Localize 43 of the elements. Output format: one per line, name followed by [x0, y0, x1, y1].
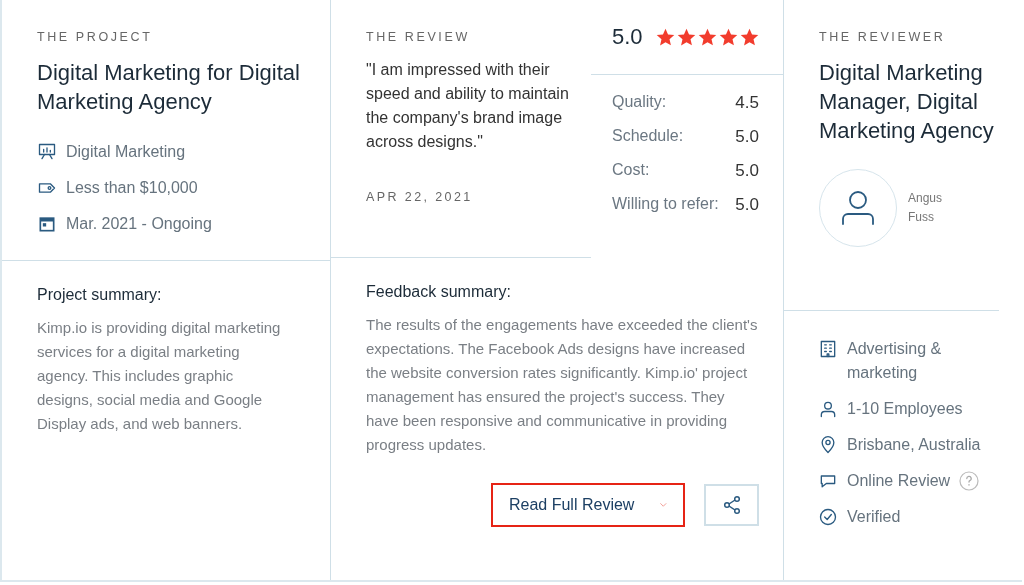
review-date: APR 22, 2021	[366, 190, 474, 204]
star-icon	[738, 26, 760, 48]
rating-label: Schedule:	[612, 127, 684, 146]
star-icon	[675, 26, 697, 48]
read-full-review-button[interactable]: Read Full Review	[491, 483, 685, 527]
rating-value: 4.5	[735, 93, 759, 114]
check-circle-icon	[818, 507, 838, 527]
summary-text: The results of the engagements have exceeded the client's expectations. The Facebook Ads designs have increased the website conversion rates significantly. Kimp.io' project management has ensured the project's success. They have been responsive and communicative in providing progress updates.	[366, 315, 759, 455]
rating-value: 5.0	[735, 127, 759, 148]
star-icon	[696, 26, 718, 48]
detail-text: Digital Marketing	[66, 142, 186, 162]
detail-text: 1-10 Employees	[847, 399, 963, 419]
summary-heading: Feedback summary:	[366, 283, 512, 301]
detail-text: Less than $10,000	[66, 178, 198, 198]
overall-score: 5.0	[612, 24, 643, 50]
rating-label: Quality:	[612, 93, 667, 112]
rating-label: Willing to refer:	[612, 195, 719, 214]
review-quote: "I am impressed with their speed and ability to maintain the company's brand image across designs."	[366, 60, 570, 152]
rating-value: 5.0	[735, 195, 759, 216]
person-icon	[818, 399, 838, 419]
share-button[interactable]	[704, 484, 759, 526]
presentation-icon	[37, 142, 57, 162]
rating-label: Cost:	[612, 161, 650, 180]
share-icon	[721, 495, 742, 515]
star-icon	[654, 26, 676, 48]
rating-value: 5.0	[735, 161, 759, 182]
detail-text: Brisbane, Australia	[847, 435, 981, 455]
calendar-icon	[37, 214, 57, 234]
building-icon	[818, 339, 838, 359]
section-label: THE REVIEWER	[819, 30, 947, 44]
star-icon	[717, 26, 739, 48]
reviewer-name: Angus Fuss	[908, 190, 944, 226]
section-label: THE PROJECT	[37, 30, 154, 44]
detail-text: Advertising & marketing	[847, 339, 943, 383]
detail-text: Mar. 2021 - Ongoing	[66, 214, 212, 234]
detail-text: Online Review	[847, 471, 951, 491]
summary-heading: Project summary:	[37, 286, 163, 304]
chevron-down-icon	[660, 500, 667, 510]
summary-text: Kimp.io is providing digital marketing services for a digital marketing agency. This includes graphic designs, social media and Google Display ads, and web banners.	[37, 318, 282, 434]
section-label: THE REVIEW	[366, 30, 471, 44]
reviewer-title: Digital Marketing Manager, Digital Marketing Agency	[819, 59, 995, 145]
detail-text: Verified	[847, 507, 901, 527]
project-title: Digital Marketing for Digital Marketing Agency	[37, 59, 301, 116]
